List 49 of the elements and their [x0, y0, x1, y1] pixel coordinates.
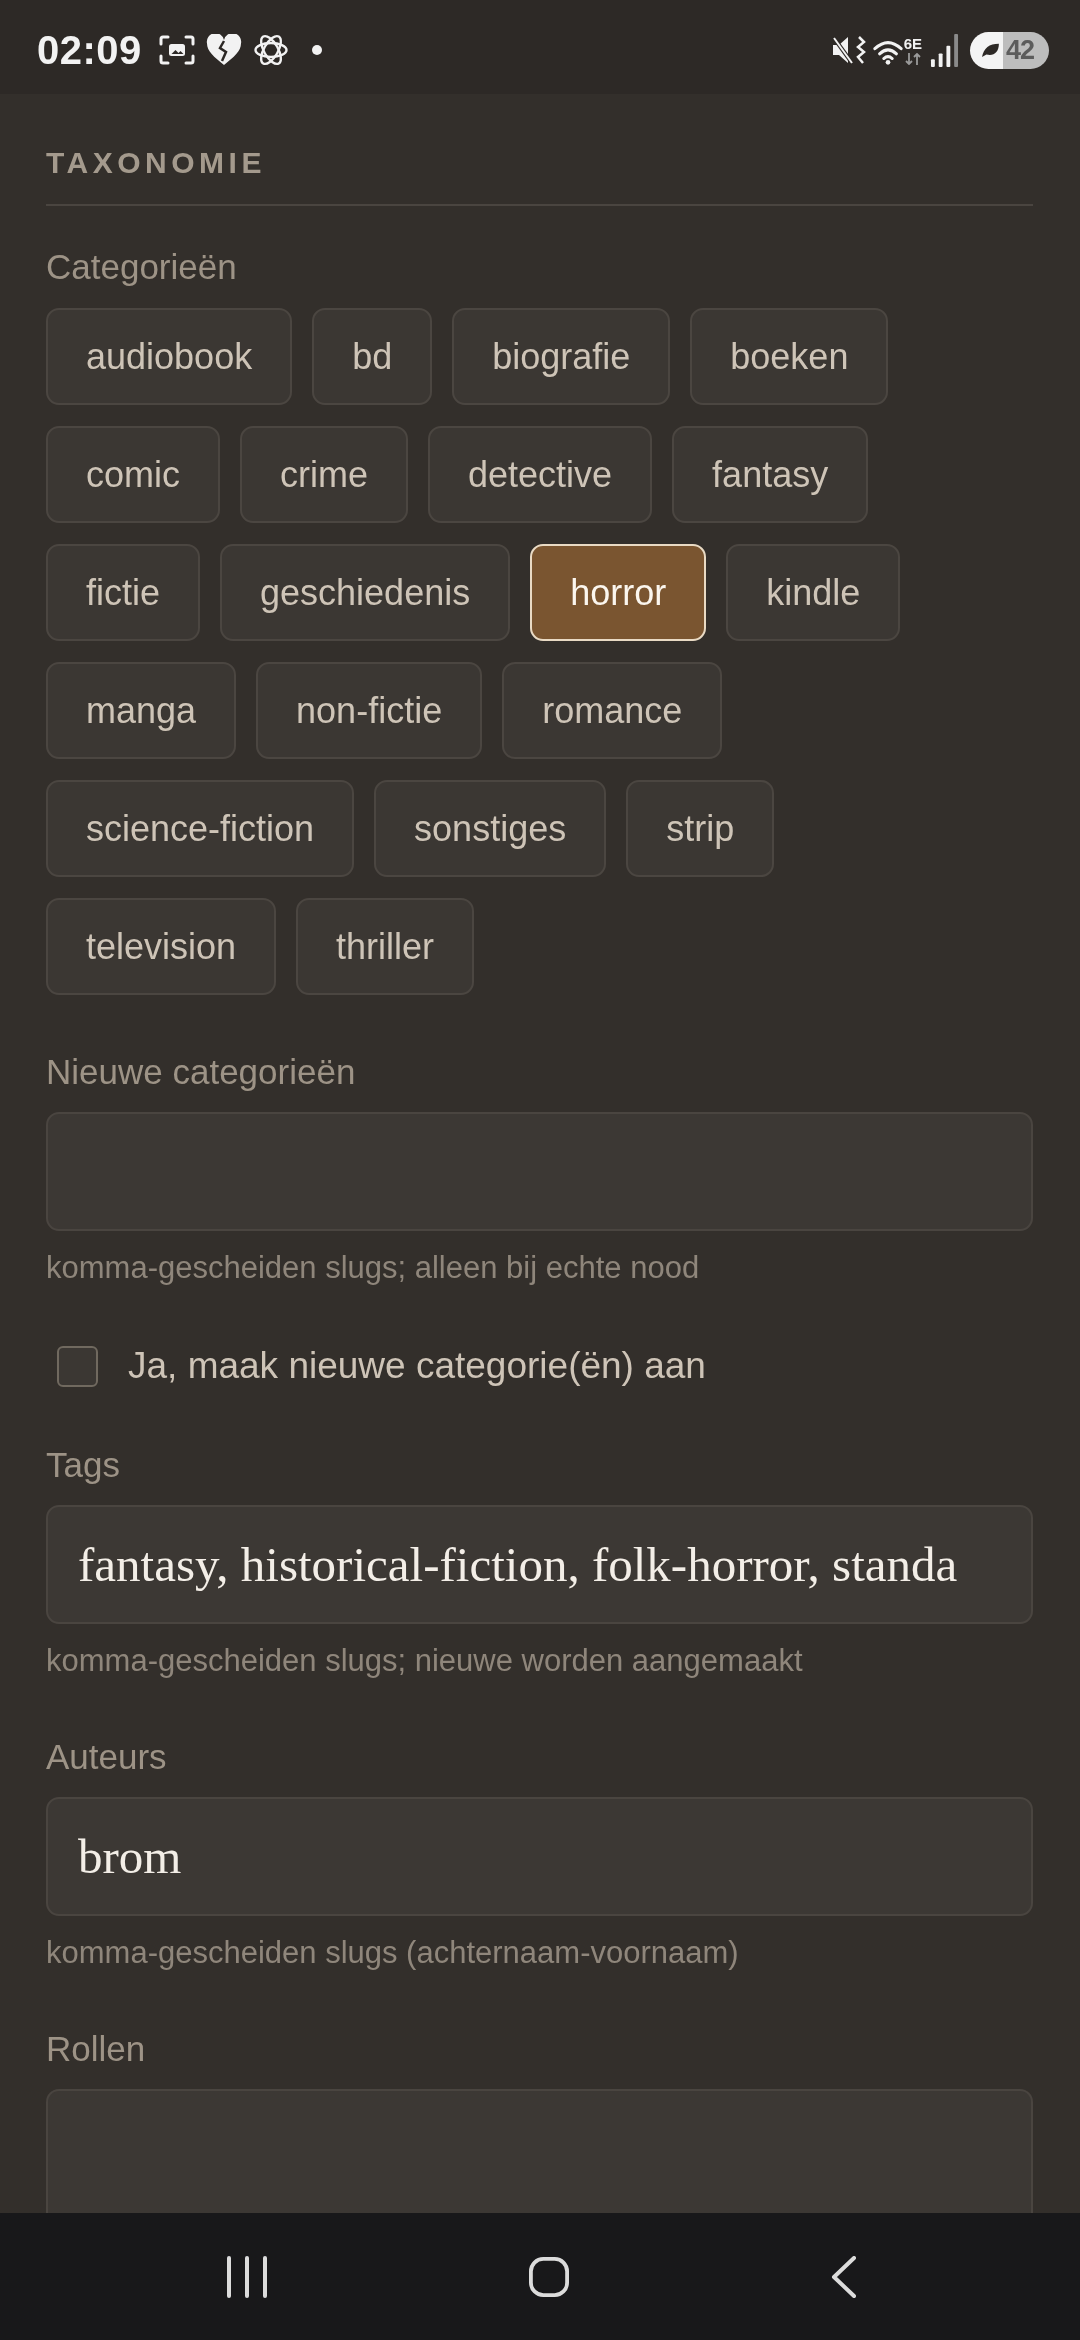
field-label: Auteurs [46, 1736, 167, 1778]
atom-icon [252, 32, 289, 68]
category-chip[interactable]: science-fiction [46, 780, 355, 877]
category-chip[interactable]: geschiedenis [220, 544, 511, 641]
category-chip[interactable]: crime [240, 426, 408, 523]
text-field[interactable] [46, 1112, 1033, 1231]
category-chip[interactable]: audiobook [46, 308, 293, 405]
data-arrows-icon [904, 52, 921, 65]
mute-icon [830, 34, 867, 66]
category-chip[interactable]: bd [312, 308, 433, 405]
category-chip[interactable]: sonstiges [374, 780, 607, 877]
section-title: TAXONOMIE [46, 145, 266, 181]
category-chip[interactable]: biografie [452, 308, 671, 405]
field-label: Categorieën [46, 246, 237, 288]
battery-level-text: 42 [1006, 34, 1035, 66]
category-chip[interactable]: fictie [46, 544, 201, 641]
helper-text: komma-gescheiden slugs; nieuwe worden aangemaakt [46, 1642, 803, 1680]
field-label: Rollen [46, 2028, 146, 2070]
category-chip[interactable]: comic [46, 426, 220, 523]
field-label: Tags [46, 1444, 120, 1486]
network-type-label: 6E [903, 35, 922, 51]
screenshot-icon [158, 35, 195, 65]
category-chip[interactable]: boeken [690, 308, 889, 405]
clock-time: 02:09 [37, 27, 142, 73]
text-field[interactable]: fantasy, historical-fiction, folk-horror, standa [46, 1505, 1033, 1624]
home-icon[interactable] [529, 2255, 569, 2298]
field-label: Nieuwe categorieën [46, 1051, 356, 1093]
dot-icon [311, 45, 322, 55]
category-chip[interactable]: manga [46, 662, 237, 759]
category-chip[interactable]: fantasy [672, 426, 869, 523]
category-chip[interactable]: television [46, 898, 277, 995]
leaf-icon [980, 42, 1000, 58]
text-field[interactable] [46, 2089, 1033, 2213]
category-chip[interactable]: horror [530, 544, 707, 641]
recent-apps-icon[interactable] [227, 2255, 267, 2298]
category-chip[interactable]: kindle [726, 544, 901, 641]
category-chip[interactable]: non-fictie [256, 662, 483, 759]
back-icon[interactable] [831, 2255, 857, 2298]
helper-text: komma-gescheiden slugs; alleen bij echte nood [46, 1249, 700, 1287]
category-chip[interactable]: romance [502, 662, 723, 759]
checkbox[interactable] [57, 1345, 98, 1387]
category-chip[interactable]: thriller [296, 898, 475, 995]
broken-heart-icon [205, 34, 242, 66]
checkbox-label[interactable]: Ja, maak nieuwe categorie(ën) aan [128, 1344, 706, 1388]
category-chip[interactable]: strip [626, 780, 775, 877]
text-field[interactable]: brom [46, 1797, 1033, 1916]
helper-text: komma-gescheiden slugs (achternaam-voornaam) [46, 1934, 739, 1972]
category-chip[interactable]: detective [428, 426, 653, 523]
signal-icon [930, 33, 959, 67]
